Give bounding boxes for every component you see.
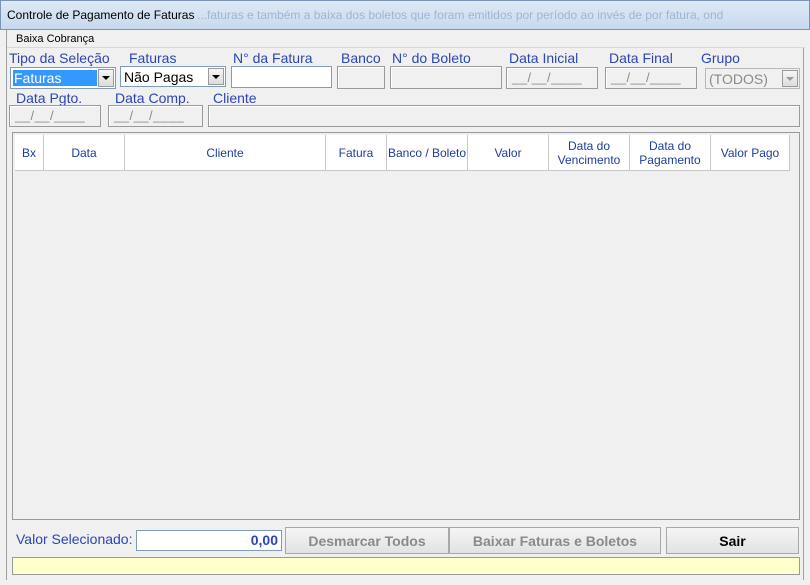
data-final-input[interactable]: __/__/____: [605, 67, 697, 89]
chevron-down-icon: [102, 76, 110, 80]
banco-label: Banco: [341, 50, 381, 66]
baixar-faturas-boletos-button[interactable]: Baixar Faturas e Boletos: [449, 527, 661, 554]
col-header-data[interactable]: Data: [44, 135, 125, 171]
data-comp-label: Data Comp.: [115, 90, 190, 106]
grupo-combo[interactable]: (TODOS): [705, 68, 800, 89]
grupo-label: Grupo: [701, 50, 740, 66]
menu-item-baixa-cobranca[interactable]: Baixa Cobrança: [16, 33, 94, 45]
banco-input[interactable]: [337, 66, 385, 89]
status-bar: [12, 557, 800, 575]
menu-bar: Baixa Cobrança: [7, 30, 805, 48]
cliente-input[interactable]: [208, 105, 800, 127]
title-bar: Controle de Pagamento de Faturas ...fatu…: [0, 0, 810, 30]
col-header-banco-boleto[interactable]: Banco / Boleto: [387, 135, 468, 171]
col-header-valor-pago[interactable]: Valor Pago: [711, 135, 790, 171]
valor-selecionado-label: Valor Selecionado:: [16, 531, 133, 547]
col-header-data-pagamento[interactable]: Data do Pagamento: [630, 135, 711, 171]
col-header-bx[interactable]: Bx: [15, 135, 44, 171]
num-boleto-label: N° do Boleto: [392, 50, 471, 66]
valor-selecionado-field: 0,00: [136, 530, 282, 551]
data-inicial-label: Data Inicial: [509, 50, 579, 66]
faturas-label: Faturas: [129, 50, 177, 66]
grupo-dropdown-button[interactable]: [782, 70, 798, 87]
grid-header: Bx Data Cliente Fatura Banco / Boleto Va…: [15, 135, 790, 171]
chevron-down-icon: [786, 76, 794, 81]
tipo-selecao-dropdown-button[interactable]: [98, 69, 114, 87]
faturas-combo[interactable]: Não Pagas: [120, 66, 226, 87]
sair-button[interactable]: Sair: [666, 527, 799, 554]
col-header-data-vencimento[interactable]: Data do Vencimento: [549, 135, 630, 171]
title-background-text: ...faturas e também a baixa dos boletos …: [197, 8, 724, 22]
col-header-valor[interactable]: Valor: [468, 135, 549, 171]
num-fatura-label: N° da Fatura: [233, 50, 313, 66]
grupo-value: (TODOS): [709, 71, 768, 87]
cliente-label: Cliente: [213, 90, 257, 106]
tipo-selecao-label: Tipo da Seleção: [9, 50, 110, 66]
faturas-dropdown-button[interactable]: [208, 68, 224, 85]
tipo-selecao-combo[interactable]: Faturas: [10, 67, 116, 89]
client-area: Baixa Cobrança Tipo da Seleção Faturas N…: [6, 30, 805, 580]
data-pgto-label: Data Pgto.: [16, 90, 83, 106]
data-pgto-input[interactable]: __/__/____: [9, 105, 101, 127]
faturas-grid[interactable]: Bx Data Cliente Fatura Banco / Boleto Va…: [12, 132, 800, 520]
num-boleto-input[interactable]: [390, 66, 502, 89]
col-header-fatura[interactable]: Fatura: [326, 135, 387, 171]
window-title: Controle de Pagamento de Faturas: [7, 8, 195, 22]
desmarcar-todos-button[interactable]: Desmarcar Todos: [285, 527, 449, 554]
data-comp-input[interactable]: __/__/____: [108, 105, 203, 127]
chevron-down-icon: [212, 74, 220, 79]
num-fatura-input[interactable]: [231, 66, 332, 88]
col-header-cliente[interactable]: Cliente: [125, 135, 326, 171]
data-inicial-input[interactable]: __/__/____: [506, 67, 598, 89]
tipo-selecao-value: Faturas: [13, 70, 97, 86]
faturas-value: Não Pagas: [124, 69, 194, 85]
data-final-label: Data Final: [609, 50, 673, 66]
main-window: Controle de Pagamento de Faturas ...fatu…: [0, 0, 810, 585]
